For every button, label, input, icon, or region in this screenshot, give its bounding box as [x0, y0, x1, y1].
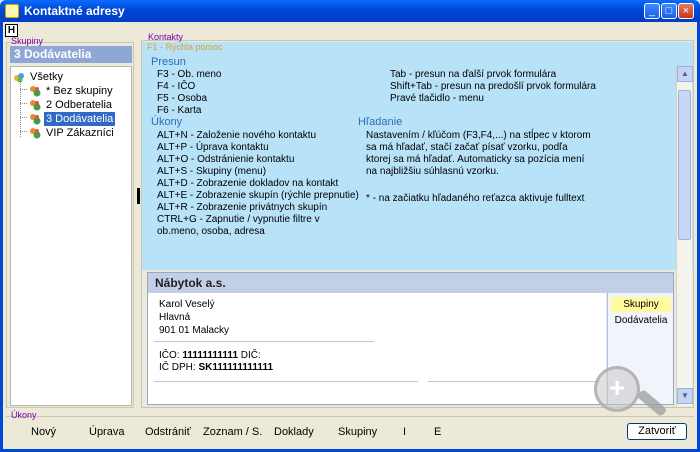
help-line: * - na začiatku hľadaného reťazca aktivu…: [366, 193, 585, 204]
icdph-label: IČ DPH:: [159, 362, 196, 373]
groups-tree[interactable]: Všetky * Bez skupiny 2 Odberatelia 3 Dod…: [10, 66, 132, 406]
contacts-panel-title: Kontakty: [148, 32, 184, 42]
delete-button[interactable]: Odstrániť: [145, 426, 191, 438]
groups-panel-title: Skupiny: [11, 36, 44, 46]
scroll-down-arrow-icon[interactable]: ▼: [677, 388, 693, 404]
help-line: Tab - presun na ďalší prvok formulára: [390, 69, 557, 80]
close-button[interactable]: ×: [678, 3, 694, 19]
help-line: ALT+S - Skupiny (menu): [157, 166, 267, 177]
help-line: Nastavením / kľúčom (F3,F4,...) na stĺpe…: [366, 130, 591, 141]
group-icon: [30, 114, 41, 125]
export-button[interactable]: E: [434, 426, 441, 438]
contacts-icon: [5, 4, 19, 18]
title-bar: Kontaktné adresy _ □ ×: [0, 0, 700, 22]
contact-details: Karol Veselý Hlavná 901 01 Malacky IČO: …: [148, 293, 606, 404]
icdph-value: SK111111111111: [198, 362, 274, 373]
help-line: ALT+D - Zobrazenie dokladov na kontakt: [157, 178, 339, 189]
help-line: ktorej sa má hľadať. Automaticky sa pozí…: [366, 154, 585, 165]
groups-button[interactable]: Skupiny: [338, 426, 377, 438]
help-line: Pravé tlačidlo - menu: [390, 93, 484, 104]
tree-item-label: * Bez skupiny: [46, 85, 113, 97]
help-line: ALT+O - Odstránienie kontaktu: [157, 154, 295, 165]
contact-groups-label: Skupiny: [611, 297, 671, 312]
help-section-ukony: Úkony: [151, 116, 183, 128]
help-line: F5 - Osoba: [157, 93, 208, 104]
icdph-row: IČ DPH: SK111111111111: [159, 362, 273, 373]
ico-label: IČO:: [159, 350, 180, 361]
edit-button[interactable]: Úprava: [89, 426, 124, 438]
ico-row: IČO: 11111111111 DIČ:: [159, 350, 261, 361]
help-section-presun: Presun: [151, 56, 186, 68]
group-icon: [30, 128, 41, 139]
maximize-button[interactable]: □: [661, 3, 677, 19]
contact-city: 901 01 Malacky: [159, 325, 230, 336]
selected-group-header: 3 Dodávatelia: [10, 46, 132, 63]
folder-group-icon: [14, 73, 24, 83]
quick-help-title: F1 - Rýchla pomoc: [147, 42, 223, 52]
panel-splitter[interactable]: [137, 188, 140, 204]
group-icon: [30, 86, 41, 97]
contact-group-value: Dodávatelia: [614, 315, 668, 326]
help-line: CTRL+G - Zapnutie / vypnutie filtre v: [157, 214, 320, 225]
ico-value: 11111111111: [182, 350, 239, 361]
help-line: F4 - IČO: [157, 81, 196, 92]
close-window-button[interactable]: Zatvoriť: [627, 423, 687, 440]
window-title: Kontaktné adresy: [24, 4, 125, 18]
help-section-hladanie: Hľadanie: [358, 116, 403, 128]
tree-item-label: 2 Odberatelia: [46, 99, 113, 111]
list-button[interactable]: Zoznam / S.: [203, 426, 262, 438]
scroll-thumb[interactable]: [678, 90, 691, 240]
actions-panel-title: Úkony: [11, 410, 37, 420]
minimize-button[interactable]: _: [644, 3, 660, 19]
help-line: ob.meno, osoba, adresa: [157, 226, 265, 237]
tree-item-label: VIP Zákazníci: [46, 127, 114, 139]
scroll-up-arrow-icon[interactable]: ▲: [677, 66, 693, 82]
help-line: Shift+Tab - presun na predošlí prvok for…: [390, 81, 596, 92]
documents-button[interactable]: Doklady: [274, 426, 314, 438]
help-line: ALT+R - Zobrazenie privátnych skupín: [157, 202, 328, 213]
quick-help-panel: F1 - Rýchla pomoc Presun F3 - Ob. meno F…: [142, 42, 693, 270]
tree-item-label: Všetky: [30, 71, 64, 83]
help-line: F3 - Ob. meno: [157, 69, 222, 80]
contact-person: Karol Veselý: [159, 299, 215, 310]
import-button[interactable]: I: [403, 426, 406, 438]
contacts-scrollbar[interactable]: ▲ ▼: [676, 66, 693, 406]
group-icon: [30, 100, 41, 111]
zoom-in-icon[interactable]: +: [594, 366, 640, 412]
help-line: sa má hľadať, stačí začať písať vzorku, …: [366, 142, 568, 153]
help-line: ALT+P - Úprava kontaktu: [157, 142, 269, 153]
help-line: ALT+E - Zobrazenie skupín (rýchle prepnu…: [157, 190, 359, 201]
contact-street: Hlavná: [159, 312, 191, 323]
dic-label: DIČ:: [240, 350, 261, 361]
help-line: ALT+N - Založenie nového kontaktu: [157, 130, 317, 141]
company-name: Nábytok a.s.: [148, 273, 673, 293]
new-button[interactable]: Nový: [31, 426, 56, 438]
help-line: na najbližšiu súhlasnú vzorku.: [366, 166, 499, 177]
tree-item-label: 3 Dodávatelia: [44, 112, 116, 126]
